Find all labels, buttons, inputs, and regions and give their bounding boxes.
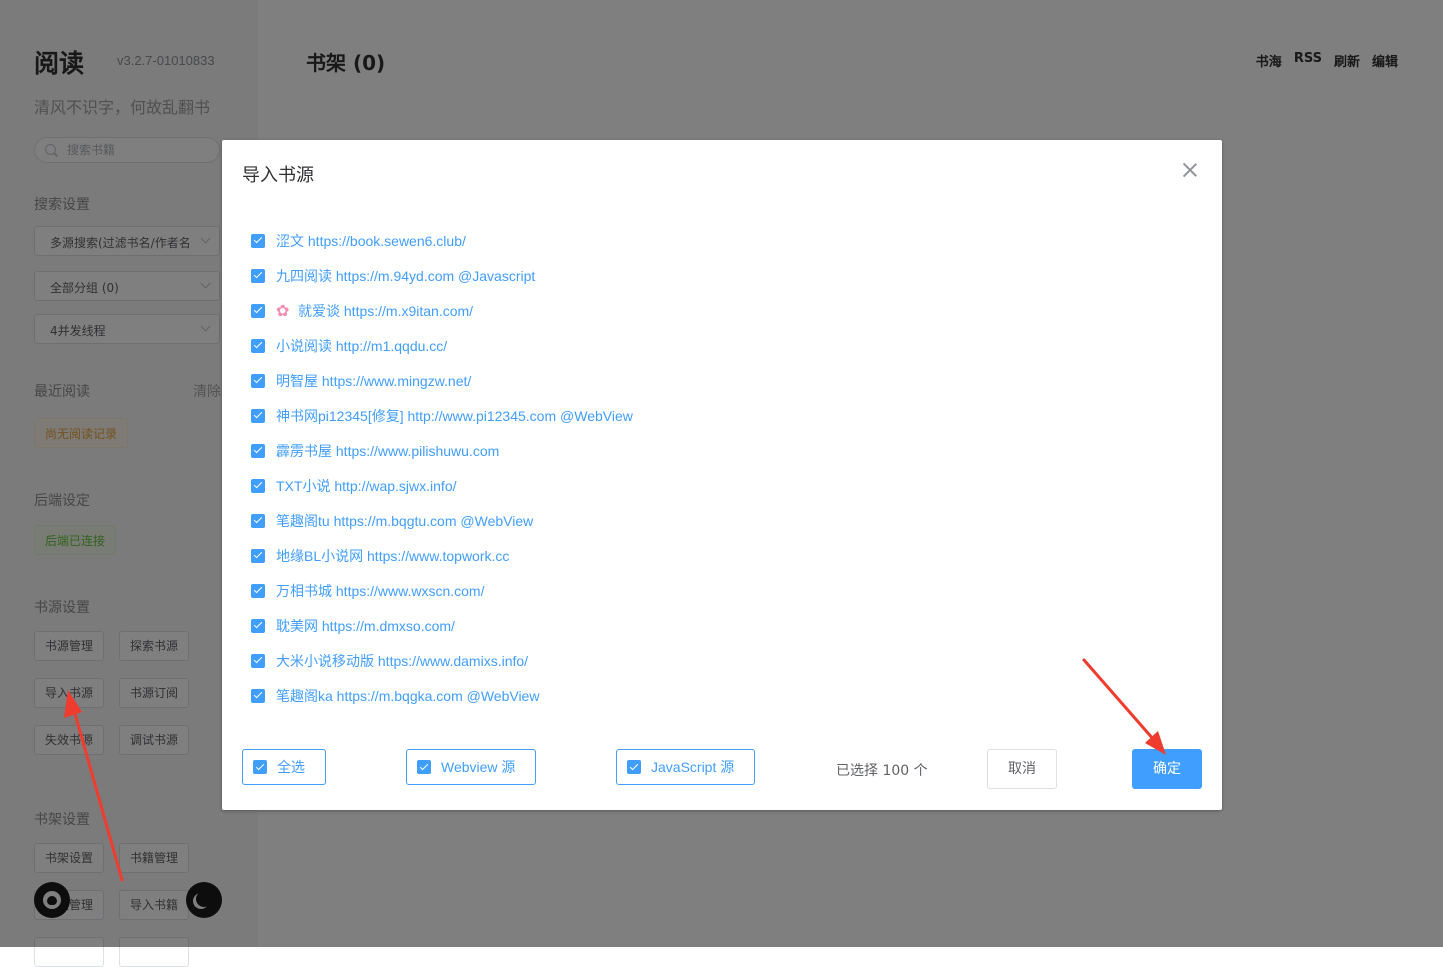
checkbox-checked-icon[interactable] (251, 548, 265, 563)
checkbox-checked-icon (253, 760, 267, 774)
source-item-label: 涩文 https://book.sewen6.club/ (276, 232, 466, 249)
source-item[interactable]: 小说阅读 http://m1.qqdu.cc/ (251, 328, 1191, 363)
checkbox-checked-icon[interactable] (251, 513, 265, 528)
source-item[interactable]: 大米小说移动版 https://www.damixs.info/ (251, 643, 1191, 678)
source-item[interactable]: 神书网pi12345[修复] http://www.pi12345.com @W… (251, 398, 1191, 433)
source-item[interactable]: 九四阅读 https://m.94yd.com @Javascript (251, 258, 1191, 293)
source-item-label: 明智屋 https://www.mingzw.net/ (276, 372, 472, 389)
source-item[interactable]: 笔趣阁tu https://m.bqgtu.com @WebView (251, 503, 1191, 538)
checkbox-checked-icon[interactable] (251, 408, 265, 423)
javascript-filter-label: JavaScript 源 (651, 759, 735, 775)
source-item-label: 笔趣阁tu https://m.bqgtu.com @WebView (276, 512, 534, 529)
checkbox-checked-icon[interactable] (251, 268, 265, 283)
source-item-label: 地缘BL小说网 https://www.topwork.cc (276, 547, 510, 564)
checkbox-checked-icon[interactable] (251, 618, 265, 633)
source-item-label: 就爱谈 https://m.x9itan.com/ (298, 302, 474, 319)
checkbox-checked-icon[interactable] (251, 373, 265, 388)
source-item[interactable]: 霹雳书屋 https://www.pilishuwu.com (251, 433, 1191, 468)
source-item[interactable]: 就爱谈 https://m.x9itan.com/ (251, 293, 1191, 328)
source-item-label: 神书网pi12345[修复] http://www.pi12345.com @W… (276, 407, 633, 424)
source-item-label: 耽美网 https://m.dmxso.com/ (276, 617, 455, 634)
select-all-label: 全选 (277, 759, 305, 775)
source-item-label: 霹雳书屋 https://www.pilishuwu.com (276, 442, 500, 459)
selected-count: 已选择 100 个 (836, 763, 928, 779)
source-item[interactable]: 笔趣阁ka https://m.bqgka.com @WebView (251, 678, 1191, 713)
select-all-checkbox[interactable]: 全选 (242, 749, 326, 785)
checkbox-checked-icon (627, 760, 641, 774)
source-item-label: TXT小说 http://wap.sjwx.info/ (276, 477, 457, 494)
source-item-label: 大米小说移动版 https://www.damixs.info/ (276, 652, 529, 669)
checkbox-checked-icon[interactable] (251, 653, 265, 668)
confirm-button[interactable]: 确定 (1132, 749, 1202, 789)
source-item[interactable]: 明智屋 https://www.mingzw.net/ (251, 363, 1191, 398)
checkbox-checked-icon[interactable] (251, 443, 265, 458)
cancel-button[interactable]: 取消 (987, 749, 1057, 789)
dialog-title: 导入书源 (242, 165, 314, 186)
source-item[interactable]: TXT小说 http://wap.sjwx.info/ (251, 468, 1191, 503)
javascript-filter-checkbox[interactable]: JavaScript 源 (616, 749, 755, 785)
checkbox-checked-icon[interactable] (251, 688, 265, 703)
checkbox-checked-icon (417, 760, 431, 774)
webview-filter-checkbox[interactable]: Webview 源 (406, 749, 536, 785)
source-item[interactable]: 涩文 https://book.sewen6.club/ (251, 223, 1191, 258)
checkbox-checked-icon[interactable] (251, 233, 265, 248)
source-item[interactable]: 万相书城 https://www.wxscn.com/ (251, 573, 1191, 608)
checkbox-checked-icon[interactable] (251, 303, 265, 318)
webview-filter-label: Webview 源 (441, 759, 516, 775)
source-item-label: 万相书城 https://www.wxscn.com/ (276, 582, 485, 599)
source-list: 涩文 https://book.sewen6.club/九四阅读 https:/… (251, 223, 1191, 713)
close-icon[interactable] (1182, 162, 1198, 178)
import-source-dialog: 导入书源 涩文 https://book.sewen6.club/九四阅读 ht… (222, 140, 1222, 810)
source-item[interactable]: 耽美网 https://m.dmxso.com/ (251, 608, 1191, 643)
source-item-label: 小说阅读 http://m1.qqdu.cc/ (276, 337, 448, 354)
flower-icon (276, 301, 292, 320)
source-item-label: 笔趣阁ka https://m.bqgka.com @WebView (276, 687, 540, 704)
checkbox-checked-icon[interactable] (251, 583, 265, 598)
source-item[interactable]: 地缘BL小说网 https://www.topwork.cc (251, 538, 1191, 573)
source-item-label: 九四阅读 https://m.94yd.com @Javascript (276, 267, 536, 284)
checkbox-checked-icon[interactable] (251, 478, 265, 493)
checkbox-checked-icon[interactable] (251, 338, 265, 353)
